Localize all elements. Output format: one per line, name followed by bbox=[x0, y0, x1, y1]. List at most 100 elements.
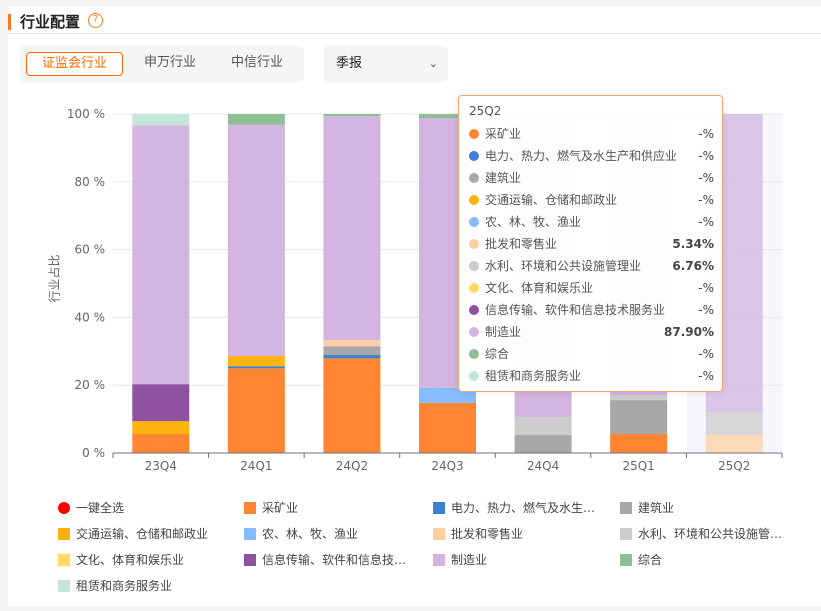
tooltip-series-value: 6.76% bbox=[672, 259, 714, 273]
tooltip-series-value: -% bbox=[698, 215, 714, 229]
legend-swatch-icon bbox=[58, 554, 70, 566]
x-tick-label: 24Q3 bbox=[431, 459, 463, 473]
bar-segment bbox=[227, 368, 285, 453]
series-dot-icon bbox=[469, 195, 479, 205]
x-tick-label: 24Q1 bbox=[240, 459, 272, 473]
series-dot-icon bbox=[469, 371, 479, 381]
legend-label: 信息传输、软件和信息技术服务业 bbox=[262, 553, 414, 567]
bar-segment bbox=[514, 417, 572, 436]
series-dot-icon bbox=[469, 261, 479, 271]
x-tick-label: 23Q4 bbox=[145, 459, 177, 473]
legend-label: 交通运输、仓储和邮政业 bbox=[76, 527, 209, 541]
x-tick-label: 25Q1 bbox=[622, 459, 654, 473]
tooltip-series-value: -% bbox=[698, 281, 714, 295]
tooltip-title: 25Q2 bbox=[469, 104, 502, 118]
tooltip-series-name: 信息传输、软件和信息技术服务业 bbox=[485, 303, 666, 317]
tooltip-series-name: 交通运输、仓储和邮政业 bbox=[485, 193, 618, 207]
y-tick-label: 40 % bbox=[75, 310, 106, 324]
bar-segment bbox=[227, 124, 285, 357]
tooltip-row: 采矿业 -% bbox=[469, 124, 714, 144]
series-dot-icon bbox=[469, 151, 479, 161]
tooltip-series-value: -% bbox=[698, 347, 714, 361]
series-dot-icon bbox=[469, 239, 479, 249]
legend-swatch-icon bbox=[244, 554, 256, 566]
chart-tooltip: 25Q2 采矿业 -% 电力、热力、燃气及水生产和供应业 -% 建筑业 -% 交通运输、仓储… bbox=[458, 95, 723, 392]
legend-swatch-icon bbox=[58, 580, 70, 592]
bar-segment bbox=[610, 434, 668, 453]
x-tick-label: 25Q2 bbox=[718, 459, 750, 473]
tooltip-row: 农、林、牧、渔业 -% bbox=[469, 212, 714, 232]
y-axis-label: 行业占比 bbox=[47, 254, 62, 303]
tooltip-series-value: -% bbox=[698, 149, 714, 163]
legend-swatch-icon bbox=[433, 554, 445, 566]
tooltip-series-name: 采矿业 bbox=[485, 127, 522, 141]
series-dot-icon bbox=[469, 305, 479, 315]
bar-segment bbox=[323, 340, 381, 347]
series-dot-icon bbox=[469, 349, 479, 359]
tooltip-series-name: 制造业 bbox=[485, 325, 522, 339]
bar-segment bbox=[227, 366, 285, 369]
tooltip-row: 水利、环境和公共设施管理业 6.76% bbox=[469, 256, 714, 276]
tooltip-row: 批发和零售业 5.34% bbox=[469, 234, 714, 254]
legend-label: 采矿业 bbox=[262, 501, 299, 515]
tooltip-row: 制造业 87.90% bbox=[469, 322, 714, 342]
y-tick-label: 60 % bbox=[75, 243, 106, 257]
bar-segment bbox=[323, 114, 381, 117]
tooltip-row: 租赁和商务服务业 -% bbox=[469, 366, 714, 386]
tooltip-series-value: -% bbox=[698, 127, 714, 141]
bar-segment bbox=[132, 421, 190, 435]
legend-label: 批发和零售业 bbox=[451, 527, 524, 541]
bar-segment bbox=[323, 346, 381, 356]
tooltip-series-name: 农、林、牧、渔业 bbox=[485, 215, 582, 229]
bar-segment bbox=[227, 356, 285, 367]
select-all-dot-icon bbox=[58, 502, 70, 514]
tooltip-row: 建筑业 -% bbox=[469, 168, 714, 188]
legend-swatch-icon bbox=[620, 502, 632, 514]
x-tick-label: 24Q4 bbox=[527, 459, 559, 473]
legend-swatch-icon bbox=[244, 502, 256, 514]
tooltip-series-value: -% bbox=[698, 193, 714, 207]
y-tick-label: 20 % bbox=[75, 378, 106, 392]
legend-label: 一键全选 bbox=[76, 501, 125, 515]
series-dot-icon bbox=[469, 283, 479, 293]
legend-label: 建筑业 bbox=[638, 501, 675, 515]
legend-swatch-icon bbox=[58, 528, 70, 540]
tooltip-series-value: 5.34% bbox=[672, 237, 714, 251]
legend-swatch-icon bbox=[620, 528, 632, 540]
tooltip-series-value: -% bbox=[698, 369, 714, 383]
bar-segment bbox=[323, 355, 381, 359]
tooltip-series-name: 租赁和商务服务业 bbox=[485, 369, 582, 383]
legend-label: 制造业 bbox=[451, 553, 488, 567]
legend-label: 综合 bbox=[638, 553, 663, 567]
tooltip-series-value: 87.90% bbox=[664, 325, 714, 339]
x-tick-label: 24Q2 bbox=[336, 459, 368, 473]
tooltip-series-name: 综合 bbox=[485, 347, 510, 361]
tooltip-series-name: 文化、体育和娱乐业 bbox=[485, 281, 594, 295]
legend-label: 水利、环境和公共设施管理业 bbox=[638, 527, 790, 541]
tooltip-row: 综合 -% bbox=[469, 344, 714, 364]
series-dot-icon bbox=[469, 217, 479, 227]
legend-label: 电力、热力、燃气及水生产和供应业 bbox=[451, 501, 603, 515]
bar-segment bbox=[514, 435, 572, 453]
bar-segment bbox=[227, 114, 285, 125]
legend-label: 租赁和商务服务业 bbox=[76, 579, 173, 593]
bar-segment bbox=[323, 116, 381, 341]
legend-label: 文化、体育和娱乐业 bbox=[76, 553, 185, 567]
legend-swatch-icon bbox=[620, 554, 632, 566]
legend-swatch-icon bbox=[433, 502, 445, 514]
bar-segment bbox=[323, 358, 381, 453]
tooltip-series-name: 电力、热力、燃气及水生产和供应业 bbox=[485, 149, 678, 163]
bar-segment bbox=[610, 400, 668, 435]
bar-segment bbox=[419, 402, 476, 453]
tooltip-series-name: 建筑业 bbox=[485, 171, 522, 185]
tooltip-series-value: -% bbox=[698, 171, 714, 185]
bar-segment bbox=[610, 395, 668, 401]
tooltip-row: 信息传输、软件和信息技术服务业 -% bbox=[469, 300, 714, 320]
legend-label: 农、林、牧、渔业 bbox=[262, 527, 359, 541]
tooltip-series-name: 批发和零售业 bbox=[485, 237, 558, 251]
tooltip-row: 文化、体育和娱乐业 -% bbox=[469, 278, 714, 298]
bar-segment bbox=[132, 125, 190, 385]
bar-segment bbox=[705, 434, 763, 453]
bar-segment bbox=[132, 434, 190, 453]
tooltip-row: 电力、热力、燃气及水生产和供应业 -% bbox=[469, 146, 714, 166]
